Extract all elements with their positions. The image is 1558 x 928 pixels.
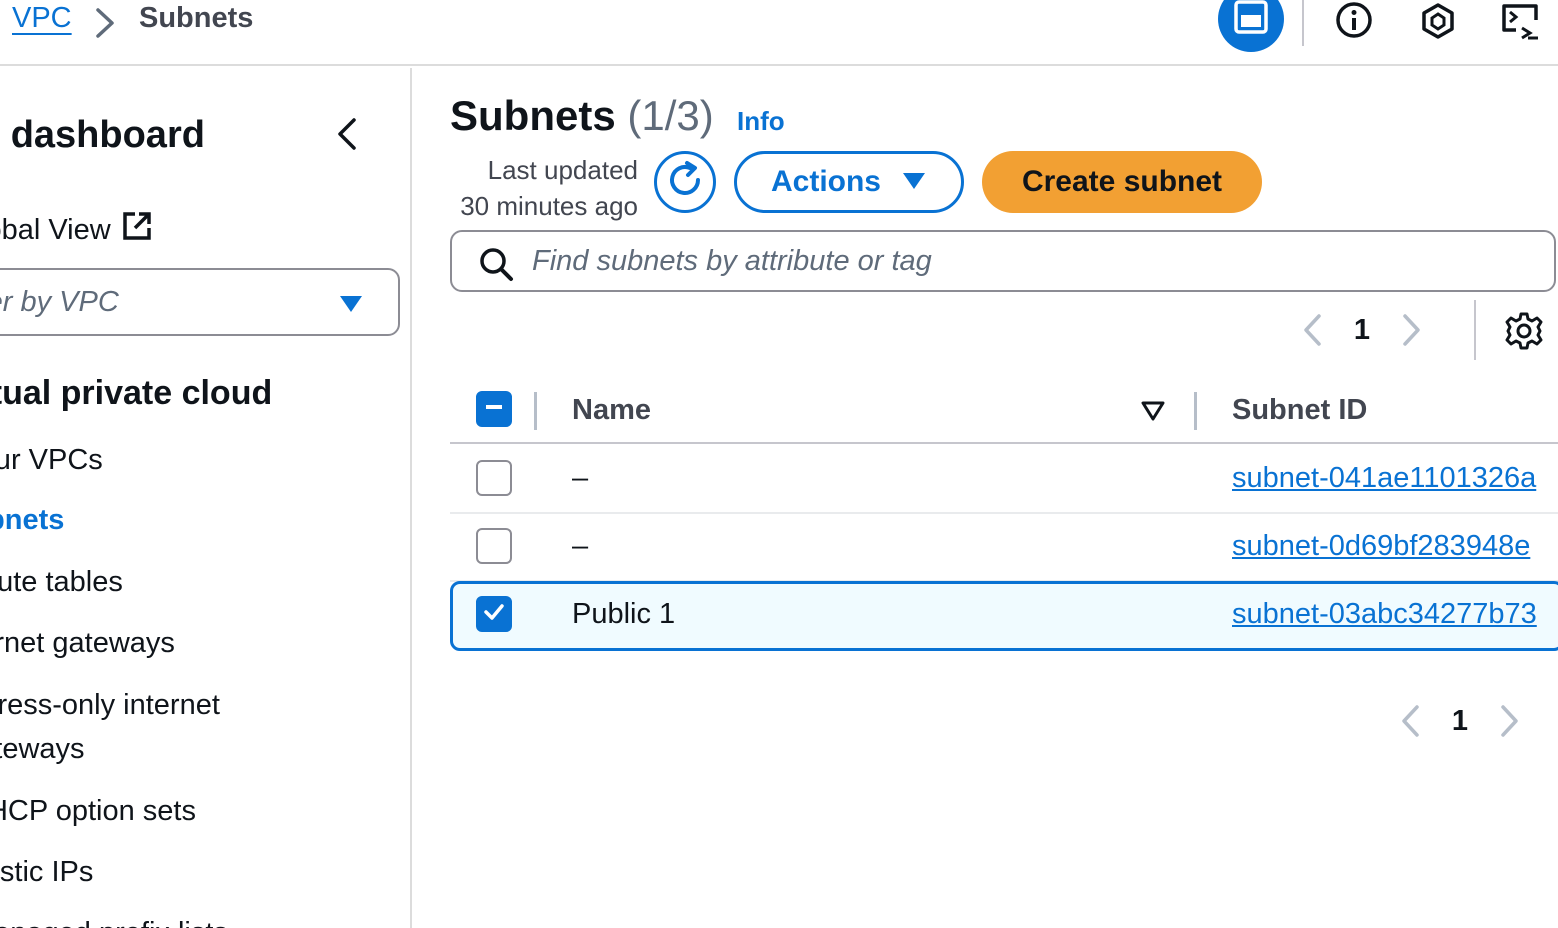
row-checkbox[interactable] <box>476 460 512 496</box>
row-checkbox[interactable] <box>476 528 512 564</box>
terminal-screen-icon <box>1500 4 1540 46</box>
cloudshell-panel-button[interactable] <box>1500 2 1540 47</box>
breadcrumb-vpc-link[interactable]: VPC <box>12 2 72 35</box>
checkmark-icon <box>482 600 506 629</box>
caret-down-icon <box>338 294 364 319</box>
filter-by-vpc-placeholder: Filter by VPC <box>0 286 119 318</box>
table-row[interactable]: – subnet-041ae1101326a <box>450 446 1558 514</box>
last-updated-label: Last updated <box>487 155 638 185</box>
sidebar-collapse-button[interactable] <box>332 114 362 154</box>
sidebar-item-internet-gateways[interactable]: Internet gateways <box>0 621 175 665</box>
sidebar-title: VPC dashboard <box>0 114 205 156</box>
navigation-sidebar: VPC dashboard EC2 Global View Filter by … <box>0 68 412 928</box>
sidebar-item-managed-prefix-lists[interactable]: Managed prefix lists <box>0 911 228 928</box>
page-number[interactable]: 1 <box>1328 314 1396 347</box>
hexagon-shield-icon <box>1418 3 1458 46</box>
row-name: – <box>572 462 589 494</box>
refresh-button[interactable] <box>654 151 716 213</box>
split-panel-toggle-button[interactable] <box>1218 0 1284 52</box>
page-title: Subnets (1/3) <box>450 92 714 140</box>
split-panel-icon <box>1233 0 1269 40</box>
sidebar-item-elastic-ips[interactable]: Elastic IPs <box>0 850 93 894</box>
previous-page-button[interactable] <box>1298 312 1328 348</box>
top-bar: VPC Subnets <box>0 0 1558 66</box>
actions-label: Actions <box>770 165 881 198</box>
pagination-bottom: 1 <box>1396 703 1524 739</box>
last-updated-text: Last updated 30 minutes ago <box>448 152 638 224</box>
gear-icon <box>1504 312 1544 355</box>
row-name: Public 1 <box>572 598 676 630</box>
sidebar-item-dhcp-option-sets[interactable]: DHCP option sets <box>0 789 196 833</box>
column-separator <box>534 392 537 430</box>
pagination-top: 1 <box>1298 312 1426 348</box>
column-separator <box>1194 392 1197 430</box>
page-title-text: Subnets <box>450 92 616 139</box>
page-number[interactable]: 1 <box>1426 705 1494 738</box>
row-subnet-id-link[interactable]: subnet-03abc34277b73 <box>1232 598 1537 631</box>
search-placeholder: Find subnets by attribute or tag <box>532 245 932 277</box>
column-header-subnet-id[interactable]: Subnet ID <box>1232 394 1367 427</box>
row-subnet-id-link[interactable]: subnet-0d69bf283948e <box>1232 530 1530 563</box>
top-bar-divider <box>1302 0 1304 46</box>
search-icon <box>478 246 514 287</box>
breadcrumb-separator-icon <box>90 6 120 45</box>
table-row[interactable]: – subnet-0d69bf283948e <box>450 514 1558 582</box>
row-subnet-id-link[interactable]: subnet-041ae1101326a <box>1232 462 1536 495</box>
sidebar-item-subnets[interactable]: Subnets <box>0 498 64 542</box>
table-preferences-button[interactable] <box>1504 311 1544 351</box>
table-header: Name Subnet ID <box>450 380 1558 444</box>
table-row-selected[interactable]: Public 1 subnet-03abc34277b73 <box>450 581 1558 651</box>
actions-dropdown-button[interactable]: Actions <box>734 151 964 213</box>
ec2-global-view-link[interactable]: EC2 Global View <box>0 210 153 250</box>
previous-page-button[interactable] <box>1396 703 1426 739</box>
sidebar-item-egress-only-internet-gateways[interactable]: Egress-only internet gateways <box>0 683 228 771</box>
info-panel-button[interactable] <box>1334 2 1374 47</box>
chevron-left-icon <box>332 118 362 158</box>
security-panel-button[interactable] <box>1418 2 1458 47</box>
indeterminate-dash-icon <box>483 396 505 423</box>
sidebar-item-route-tables[interactable]: Route tables <box>0 560 123 604</box>
subnet-search-input[interactable]: Find subnets by attribute or tag <box>450 230 1556 292</box>
row-checkbox-checked[interactable] <box>476 596 512 632</box>
row-name: – <box>572 530 589 562</box>
global-view-label: EC2 Global View <box>0 213 111 246</box>
filter-by-vpc-select[interactable]: Filter by VPC <box>0 268 400 336</box>
pagination-divider <box>1474 300 1476 360</box>
caret-down-icon <box>901 165 927 199</box>
info-link[interactable]: Info <box>737 106 785 137</box>
breadcrumb-current: Subnets <box>139 2 254 34</box>
sidebar-item-your-vpcs[interactable]: Your VPCs <box>0 438 103 482</box>
info-icon <box>1334 2 1374 46</box>
next-page-button[interactable] <box>1494 703 1524 739</box>
column-header-name[interactable]: Name <box>572 394 651 427</box>
sidebar-section-heading: Virtual private cloud <box>0 374 273 412</box>
last-updated-time: 30 minutes ago <box>460 191 638 221</box>
create-subnet-button[interactable]: Create subnet <box>982 151 1262 213</box>
next-page-button[interactable] <box>1396 312 1426 348</box>
select-all-checkbox[interactable] <box>476 391 512 427</box>
refresh-icon <box>665 160 705 205</box>
external-link-icon <box>121 210 153 250</box>
sort-descending-icon[interactable] <box>1140 400 1166 427</box>
selection-count: (1/3) <box>627 92 714 139</box>
